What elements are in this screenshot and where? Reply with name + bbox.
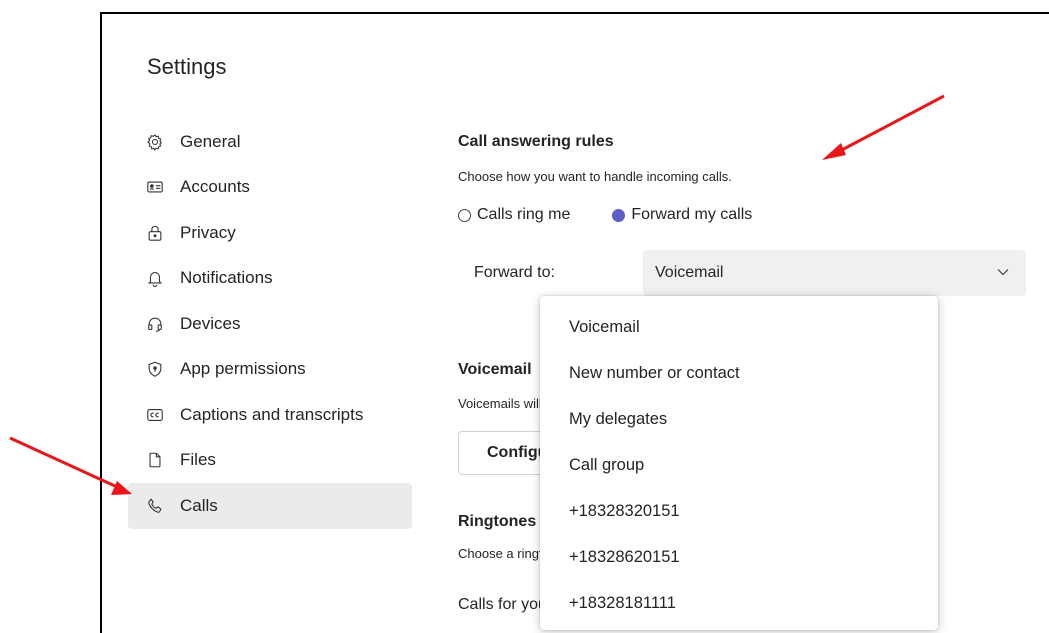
dropdown-option-new-number[interactable]: New number or contact	[540, 350, 938, 396]
calls-for-you-label: Calls for you	[458, 596, 547, 613]
nav-item-label: Devices	[180, 313, 241, 333]
nav-item-label: Privacy	[180, 222, 236, 242]
radio-circle-unchecked[interactable]	[458, 208, 471, 222]
nav-item-label: General	[180, 131, 241, 151]
headset-icon	[146, 315, 164, 333]
settings-nav: General Accounts Privacy Notifications D…	[128, 119, 412, 529]
shield-icon	[146, 360, 164, 378]
nav-item-app-permissions[interactable]: App permissions	[128, 347, 412, 393]
nav-item-captions[interactable]: Captions and transcripts	[128, 392, 412, 438]
call-answering-title: Call answering rules	[458, 133, 614, 150]
id-card-icon	[146, 178, 164, 196]
call-answering-radio-group: Calls ring me Forward my calls	[458, 206, 752, 224]
chevron-down-icon	[997, 269, 1009, 276]
call-answering-description: Choose how you want to handle incoming c…	[458, 169, 732, 184]
bell-icon	[146, 269, 164, 288]
radio-calls-ring-me[interactable]: Calls ring me	[458, 206, 570, 224]
forward-to-dropdown-menu: Voicemail New number or contact My deleg…	[540, 296, 938, 630]
dropdown-option-phone-2[interactable]: +18328620151	[540, 534, 938, 580]
radio-label: Calls ring me	[477, 206, 571, 223]
radio-circle-checked[interactable]	[612, 208, 626, 222]
forward-to-select[interactable]: Voicemail	[643, 250, 1026, 296]
radio-forward-my-calls[interactable]: Forward my calls	[612, 206, 752, 224]
dropdown-option-voicemail[interactable]: Voicemail	[540, 304, 938, 350]
nav-item-label: Notifications	[180, 268, 273, 288]
nav-item-general[interactable]: General	[128, 119, 412, 165]
ringtones-title: Ringtones	[458, 513, 537, 530]
radio-label: Forward my calls	[631, 206, 753, 223]
lock-icon	[146, 224, 164, 242]
dropdown-option-my-delegates[interactable]: My delegates	[540, 396, 938, 442]
page-title: Settings	[147, 54, 227, 79]
nav-item-label: Captions and transcripts	[180, 404, 364, 424]
captions-icon	[146, 406, 164, 424]
dropdown-option-phone-3[interactable]: +18328181111	[540, 580, 938, 626]
phone-icon	[146, 497, 164, 515]
nav-item-files[interactable]: Files	[128, 438, 412, 484]
forward-to-value: Voicemail	[655, 264, 724, 281]
nav-item-notifications[interactable]: Notifications	[128, 256, 412, 302]
nav-item-label: App permissions	[180, 359, 306, 379]
nav-item-calls[interactable]: Calls	[128, 483, 412, 529]
gear-icon	[146, 133, 164, 151]
nav-item-devices[interactable]: Devices	[128, 301, 412, 347]
nav-item-accounts[interactable]: Accounts	[128, 165, 412, 211]
voicemail-title: Voicemail	[458, 361, 532, 378]
dropdown-option-call-group[interactable]: Call group	[540, 442, 938, 488]
nav-item-label: Files	[180, 450, 216, 470]
nav-item-privacy[interactable]: Privacy	[128, 210, 412, 256]
dropdown-option-phone-1[interactable]: +18328320151	[540, 488, 938, 534]
forward-to-label: Forward to:	[474, 264, 555, 281]
nav-item-label: Accounts	[180, 177, 250, 197]
nav-item-label: Calls	[180, 495, 218, 515]
file-icon	[146, 451, 164, 469]
